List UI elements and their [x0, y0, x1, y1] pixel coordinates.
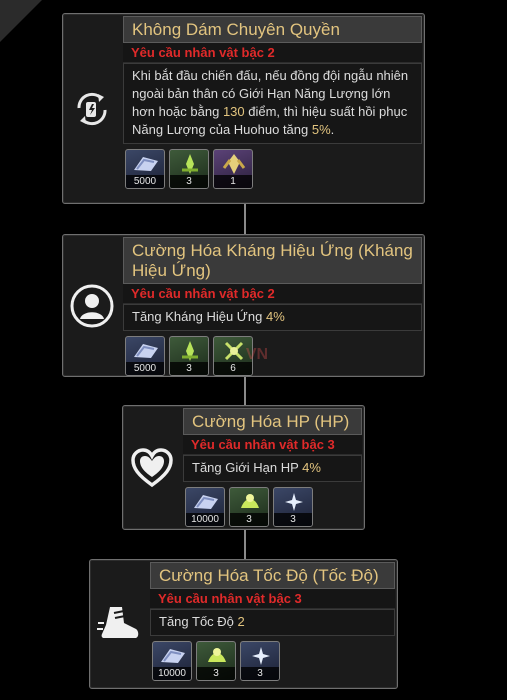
tree-connector — [244, 530, 246, 559]
node-title: Cường Hóa Tốc Độ (Tốc Độ) — [150, 562, 395, 589]
material-quantity: 3 — [274, 513, 312, 526]
material-quantity: 5000 — [126, 175, 164, 188]
material-quantity: 3 — [230, 513, 268, 526]
corner-decoration — [0, 0, 42, 42]
blue-material-icon — [285, 493, 303, 511]
material-list: 10000 3 3 — [183, 482, 364, 527]
description-value: 5% — [311, 122, 331, 137]
material-quantity: 3 — [241, 667, 279, 680]
credit-icon — [134, 157, 158, 171]
credit-icon — [161, 649, 185, 663]
material-item[interactable]: 3 — [229, 487, 269, 527]
node-details: Không Dám Chuyên Quyền Yêu cầu nhân vật … — [123, 14, 424, 203]
description-value: 130 — [222, 104, 245, 119]
material-item[interactable]: 3 — [273, 487, 313, 527]
green-material-icon — [182, 154, 198, 174]
node-description: Khi bắt đầu chiến đấu, nếu đồng đội ngẫu… — [123, 63, 422, 144]
node-title: Cường Hóa Kháng Hiệu Ứng (Kháng Hiệu Ứng… — [123, 237, 422, 284]
material-item[interactable]: 5000 — [125, 149, 165, 189]
material-item[interactable]: 10000 — [152, 641, 192, 681]
tree-connector — [244, 204, 246, 234]
material-item[interactable]: 3 — [169, 149, 209, 189]
node-icon-area — [123, 406, 181, 529]
node-title: Không Dám Chuyên Quyền — [123, 16, 422, 43]
material-quantity: 3 — [170, 362, 208, 375]
material-item[interactable]: 3 — [196, 641, 236, 681]
material-quantity: 1 — [214, 175, 252, 188]
material-list: 10000 3 3 — [150, 636, 397, 681]
green-material-icon — [241, 494, 259, 508]
description-value: 4% — [302, 460, 321, 475]
description-value: 4% — [265, 309, 285, 324]
energy-exchange-icon — [77, 92, 107, 125]
material-quantity: 3 — [197, 667, 235, 680]
description-text: Tăng Tốc Độ — [159, 614, 238, 629]
description-text: Tăng Giới Hạn HP — [192, 460, 303, 475]
node-requirement: Yêu cầu nhân vật bậc 3 — [183, 435, 362, 455]
description-value: 2 — [237, 614, 245, 629]
description-text: Tăng Kháng Hiệu Ứng — [132, 309, 266, 324]
material-quantity: 10000 — [186, 513, 224, 526]
blue-material-icon — [252, 647, 270, 665]
node-requirement: Yêu cầu nhân vật bậc 3 — [150, 589, 395, 609]
material-quantity: 10000 — [153, 667, 191, 680]
tree-connector — [244, 377, 246, 405]
description-text: . — [330, 122, 335, 137]
material-item[interactable]: 1 — [213, 149, 253, 189]
trace-node-1[interactable]: Không Dám Chuyên Quyền Yêu cầu nhân vật … — [62, 13, 425, 204]
material-quantity: 5000 — [126, 362, 164, 375]
material-item[interactable]: 5000 — [125, 336, 165, 376]
node-icon-area — [63, 235, 121, 376]
material-list: 5000 3 1 — [123, 144, 424, 189]
purple-material-icon — [222, 154, 246, 174]
green-material-icon — [208, 648, 226, 662]
trace-node-3[interactable]: Cường Hóa HP (HP) Yêu cầu nhân vật bậc 3… — [122, 405, 365, 530]
node-icon-area — [63, 14, 121, 203]
effect-resistance-icon — [70, 284, 114, 327]
trace-node-4[interactable]: Cường Hóa Tốc Độ (Tốc Độ) Yêu cầu nhân v… — [89, 559, 398, 689]
node-description: Tăng Giới Hạn HP 4% — [183, 455, 362, 482]
material-item[interactable]: 3 — [169, 336, 209, 376]
node-icon-area — [90, 560, 148, 688]
material-item[interactable]: 3 — [240, 641, 280, 681]
node-details: Cường Hóa Tốc Độ (Tốc Độ) Yêu cầu nhân v… — [150, 560, 397, 688]
node-title: Cường Hóa HP (HP) — [183, 408, 362, 435]
node-description: Tăng Tốc Độ 2 — [150, 609, 395, 636]
hp-heart-icon — [131, 447, 173, 487]
credit-icon — [194, 495, 218, 509]
node-requirement: Yêu cầu nhân vật bậc 2 — [123, 284, 422, 304]
material-item[interactable]: 10000 — [185, 487, 225, 527]
green-material-icon — [182, 341, 198, 361]
node-details: Cường Hóa HP (HP) Yêu cầu nhân vật bậc 3… — [183, 406, 364, 529]
credit-icon — [134, 344, 158, 358]
watermark: VN — [245, 346, 269, 363]
node-requirement: Yêu cầu nhân vật bậc 2 — [123, 43, 422, 63]
speed-boot-icon — [97, 607, 139, 638]
node-description: Tăng Kháng Hiệu Ứng 4% — [123, 304, 422, 331]
material-quantity: 3 — [170, 175, 208, 188]
